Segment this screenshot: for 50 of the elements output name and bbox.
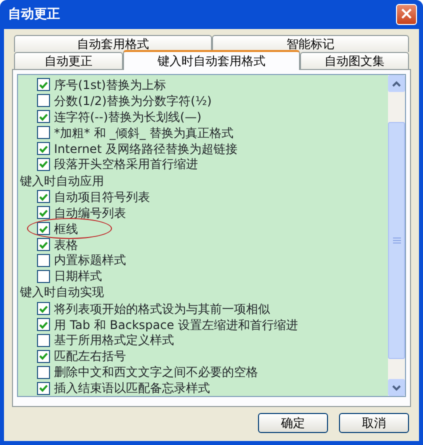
tab[interactable]: 自动更正 [14,52,123,69]
checkbox[interactable] [37,350,50,363]
checkbox-label: 基于所用格式定义样式 [54,334,174,346]
grip-icon [392,237,400,244]
checkbox-label: 段落开头空格采用首行缩进 [54,158,198,170]
checkbox-label: 删除中文和西文文字之间不必要的空格 [54,366,258,378]
checkbox[interactable] [37,142,50,156]
checkbox-label: 序号(1st)替换为上标 [54,78,166,91]
checkbox-label: 自动项目符号列表 [54,190,150,203]
checkbox[interactable] [37,222,50,236]
scroll-thumb[interactable] [388,122,405,359]
dialog-button[interactable]: 确定 [258,413,328,433]
tab[interactable]: 自动套用格式 [14,35,212,52]
checkbox-label: 用 Tab 和 Backspace 设置左缩进和首行缩进 [54,318,298,331]
section-heading: 键入时自动应用 [20,172,105,189]
dialog-button[interactable]: 取消 [339,413,409,433]
checkbox-label: 内置标题样式 [54,254,126,266]
checkbox[interactable] [37,334,50,347]
checkbox-label: 连字符(--)替换为长划线(—) [54,110,202,123]
checkbox[interactable] [37,254,50,267]
scroll-down-button[interactable] [388,379,405,396]
checkbox[interactable] [37,206,50,220]
checkbox[interactable] [37,382,50,395]
scroll-up-button[interactable] [388,75,405,92]
checkbox-label: Internet 及网络路径替换为超链接 [54,142,238,155]
checkbox-label: 将列表项开始的格式设为与其前一项相似 [54,302,270,315]
checkbox-label: 框线 [54,222,78,235]
checkbox[interactable] [37,238,50,251]
checkbox-label: 日期样式 [54,270,102,282]
checkbox-label: 自动编号列表 [54,206,126,219]
checkbox-label: *加粗* 和 _倾斜_ 替换为真正格式 [54,126,234,139]
checkbox-label: 分数(1/2)替换为分数字符(½) [54,94,212,107]
checkbox[interactable] [37,158,50,171]
checkbox[interactable] [37,78,50,92]
checkbox[interactable] [37,94,50,108]
section-heading: 键入时自动实现 [20,284,105,301]
window-title: 自动更正 [8,8,60,21]
checkbox[interactable] [37,366,50,379]
checkbox[interactable] [37,270,50,283]
checkbox-label: 匹配左右括号 [54,350,126,362]
checkbox[interactable] [37,126,50,140]
checkbox-label: 插入结束语以匹配备忘录样式 [54,382,210,394]
checkbox-label: 表格 [54,238,78,250]
checkbox[interactable] [37,190,50,204]
checkbox[interactable] [37,302,50,316]
checkbox[interactable] [37,318,50,332]
checkbox[interactable] [37,110,50,124]
tab[interactable]: 自动图文集 [300,52,409,69]
tab[interactable]: 键入时自动套用格式 [122,50,300,70]
tab[interactable]: 智能标记 [212,35,409,52]
